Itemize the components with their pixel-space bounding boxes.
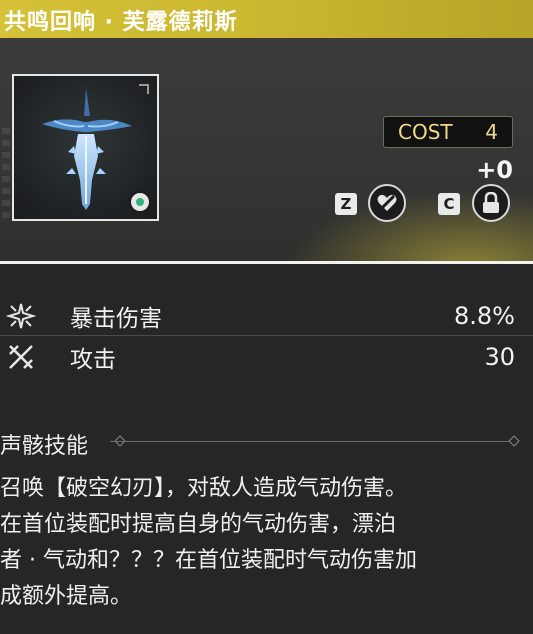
lock-icon <box>483 192 499 213</box>
attack-icon <box>9 345 33 369</box>
favorite-button[interactable] <box>368 184 406 222</box>
skill-description: 召唤【破空幻刃】，对敌人造成气动伤害。 在首位装配时提高自身的气动伤害，漂泊 者… <box>0 471 530 615</box>
hotkey-z: Z <box>335 193 357 215</box>
cost-badge: COST 4 <box>383 116 513 148</box>
stat-label: 暴击伤害 <box>70 305 162 332</box>
corner-marker <box>139 84 149 94</box>
cost-value: 4 <box>485 120 498 144</box>
skill-line: 者 · 气动和？？？在首位装配时气动伤害加 <box>0 548 417 573</box>
echo-thumbnail[interactable] <box>12 74 159 221</box>
cost-label: COST <box>398 120 453 144</box>
skill-line: 成额外提高。 <box>0 584 133 609</box>
stat-value: 30 <box>484 343 515 371</box>
skill-line: 召唤【破空幻刃】，对敌人造成气动伤害。 <box>0 476 408 501</box>
title-bar: 共鸣回响 · 芙露德莉斯 <box>0 0 533 38</box>
skill-divider <box>110 441 510 442</box>
lock-button[interactable] <box>472 184 510 222</box>
sonance-set-icon <box>129 191 151 213</box>
stat-row: 暴击伤害 8.8% <box>0 296 533 336</box>
side-decoration <box>2 128 10 218</box>
crit-damage-icon <box>6 303 36 328</box>
echo-title: 共鸣回响 · 芙露德莉斯 <box>4 10 238 35</box>
heart-slash-icon <box>377 194 397 212</box>
stat-label: 攻击 <box>70 347 116 373</box>
hotkey-c: C <box>438 193 460 215</box>
skill-line: 在首位装配时提高自身的气动伤害，漂泊 <box>0 512 397 537</box>
divider-diamond-right <box>508 435 520 447</box>
echo-level: +0 <box>476 156 513 184</box>
stat-row: 攻击 30 <box>0 337 533 377</box>
stat-value: 8.8% <box>454 301 515 330</box>
echo-card: COST 4 +0 Z C <box>0 38 533 264</box>
skill-title: 声骸技能 <box>0 434 89 459</box>
